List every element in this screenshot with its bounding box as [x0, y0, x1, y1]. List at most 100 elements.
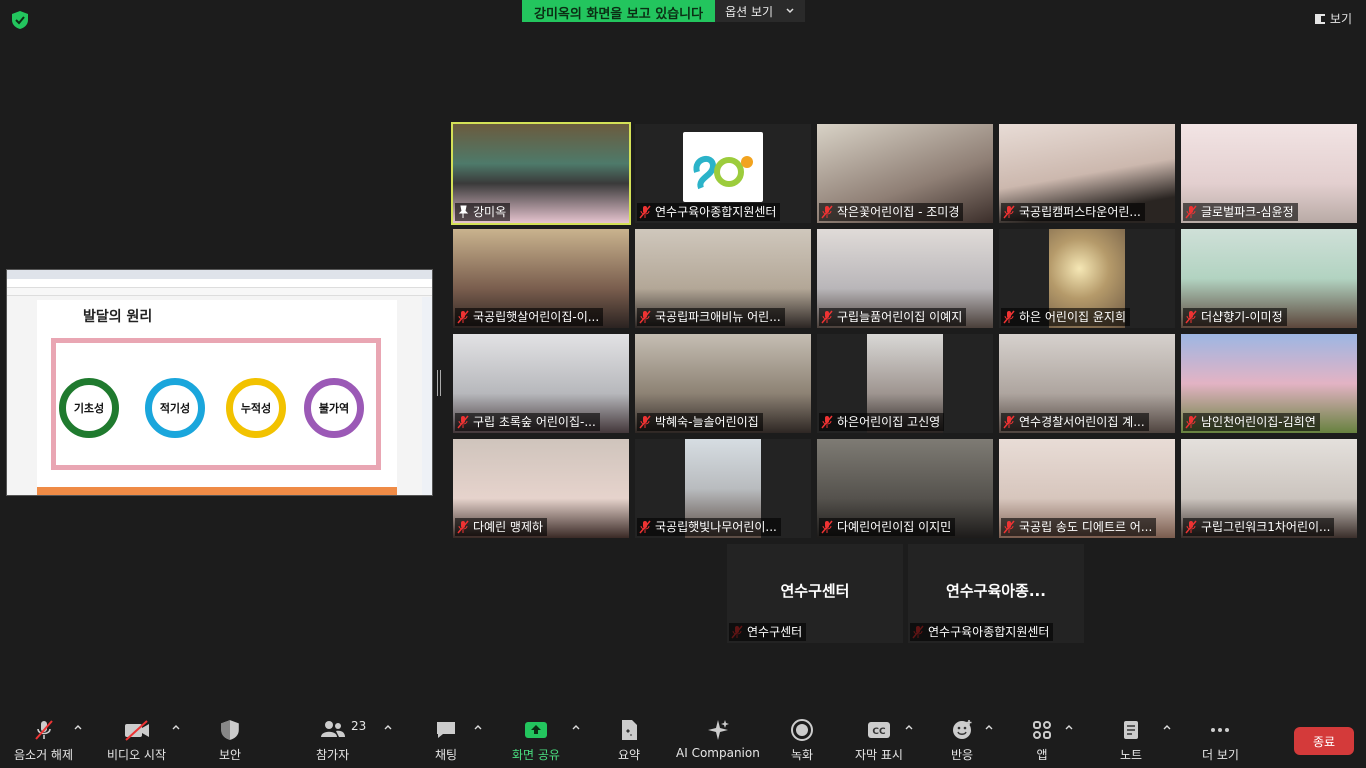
- center-logo-image: [683, 132, 763, 202]
- participant-name-label: 국공립캠퍼스타운어린...: [1001, 203, 1145, 221]
- view-layout-button[interactable]: 보기: [1314, 10, 1352, 27]
- muted-mic-icon: [1003, 205, 1015, 219]
- chat-button[interactable]: 채팅: [432, 718, 460, 766]
- participant-name-label: 작은꽃어린이집 - 조미경: [819, 203, 964, 221]
- chevron-up-icon[interactable]: [571, 722, 581, 732]
- participant-name-label: 남인천어린이집-김희연: [1183, 413, 1320, 431]
- video-off-icon: [124, 720, 149, 741]
- view-options-button[interactable]: 옵션 보기: [715, 0, 806, 22]
- zoom-meeting-window: 강미옥의 화면을 보고 있습니다 옵션 보기 보기 발달의 원리 기초성 적기성…: [0, 0, 1366, 768]
- chat-label: 채팅: [434, 748, 458, 762]
- principle-circle: 기초성: [59, 378, 119, 438]
- chevron-up-icon[interactable]: [904, 722, 914, 732]
- muted-mic-icon: [1185, 310, 1197, 324]
- share-screen-label: 화면 공유: [512, 748, 560, 762]
- ai-companion-label: AI Companion: [676, 746, 760, 760]
- participant-tile[interactable]: 박혜숙-늘솔어린이집: [635, 334, 811, 433]
- participant-name-label: 국공립파크애비뉴 어린...: [637, 308, 785, 326]
- participant-tile[interactable]: 다예린어린이집 이지민: [817, 439, 993, 538]
- chevron-up-icon[interactable]: [473, 722, 483, 732]
- pdf-toolbar: [7, 288, 432, 296]
- sparkle-icon: [707, 720, 729, 740]
- muted-mic-icon: [821, 205, 833, 219]
- notes-button[interactable]: 노트: [1117, 718, 1145, 766]
- shared-screen-view[interactable]: 발달의 원리 기초성 적기성 누적성 불가역: [6, 269, 433, 496]
- participant-name-label: 하은어린이집 고신영: [819, 413, 945, 431]
- end-meeting-button[interactable]: 종료: [1294, 727, 1354, 755]
- participant-name-label: 박혜숙-늘솔어린이집: [637, 413, 763, 431]
- slide-title: 발달의 원리: [83, 309, 153, 325]
- participant-tile[interactable]: 국공립캠퍼스타운어린...: [999, 124, 1175, 223]
- participant-tile[interactable]: 국공립 송도 디에트르 어...: [999, 439, 1175, 538]
- participant-name-label: 하은 어린이집 윤지희: [1001, 308, 1130, 326]
- reactions-button[interactable]: 반응: [948, 718, 976, 766]
- summary-button[interactable]: 요약: [615, 718, 643, 766]
- chevron-up-icon[interactable]: [73, 722, 83, 732]
- ai-companion-button[interactable]: AI Companion: [676, 718, 760, 766]
- splitter-handle[interactable]: [437, 370, 441, 396]
- participant-tile[interactable]: 다예린 맹제하: [453, 439, 629, 538]
- participant-name-label: 구립 초록숲 어린이집-...: [455, 413, 600, 431]
- start-video-button[interactable]: 비디오 시작: [107, 718, 166, 766]
- summary-icon: [622, 720, 637, 740]
- participant-name-label: 국공립 송도 디에트르 어...: [1001, 518, 1157, 536]
- participant-tile[interactable]: 국공립햇살어린이집-이...: [453, 229, 629, 328]
- muted-mic-icon: [1185, 520, 1197, 534]
- encryption-shield-icon[interactable]: [10, 10, 30, 30]
- more-dots-icon: [1211, 728, 1230, 732]
- chevron-up-icon[interactable]: [1064, 722, 1074, 732]
- participant-tile[interactable]: 구립 초록숲 어린이집-...: [453, 334, 629, 433]
- muted-mic-icon: [639, 520, 651, 534]
- more-button[interactable]: 더 보기: [1202, 718, 1239, 766]
- browser-address-bar: [7, 279, 432, 288]
- participant-tile[interactable]: 구립그린워크1차어린이...: [1181, 439, 1357, 538]
- pdf-sidebar: [422, 297, 432, 495]
- security-label: 보안: [218, 748, 242, 762]
- participants-label: 참가자: [316, 748, 350, 762]
- participants-button[interactable]: 참가자: [316, 718, 349, 766]
- apps-label: 앱: [1036, 748, 1048, 762]
- participant-tile[interactable]: 국공립파크애비뉴 어린...: [635, 229, 811, 328]
- record-button[interactable]: 녹화: [788, 718, 816, 766]
- host-pin-icon: [458, 205, 469, 218]
- participant-tile[interactable]: 구립늘품어린이집 이예지: [817, 229, 993, 328]
- start-video-label: 비디오 시작: [107, 748, 167, 762]
- muted-mic-icon: [1003, 415, 1015, 429]
- svg-text:CC: CC: [872, 727, 886, 737]
- participant-tile[interactable]: 국공립햇빛나무어린이...: [635, 439, 811, 538]
- participant-name-label: 구립그린워크1차어린이...: [1183, 518, 1335, 536]
- record-icon: [791, 719, 813, 741]
- participant-name-label: 국공립햇살어린이집-이...: [455, 308, 604, 326]
- captions-label: 자막 표시: [855, 748, 903, 762]
- unmute-button[interactable]: 음소거 해제: [14, 718, 73, 766]
- chevron-up-icon[interactable]: [383, 722, 393, 732]
- chevron-up-icon[interactable]: [171, 722, 181, 732]
- chevron-up-icon[interactable]: [1162, 722, 1172, 732]
- participant-tile[interactable]: 연수구센터 연수구센터: [727, 544, 903, 643]
- apps-button[interactable]: 앱: [1028, 718, 1056, 766]
- shield-icon: [221, 720, 239, 740]
- notes-label: 노트: [1119, 748, 1143, 762]
- active-speaker-tile[interactable]: 강미옥: [451, 122, 631, 225]
- participant-tile[interactable]: 연수구육아종합지원센터: [635, 124, 811, 223]
- participants-icon: [320, 721, 345, 737]
- participant-tile[interactable]: 남인천어린이집-김희연: [1181, 334, 1357, 433]
- participant-tile[interactable]: 하은어린이집 고신영: [817, 334, 993, 433]
- smiley-icon: [953, 720, 972, 739]
- participant-count: 23: [351, 719, 367, 733]
- participant-tile[interactable]: 연수경찰서어린이집 계...: [999, 334, 1175, 433]
- record-label: 녹화: [790, 748, 814, 762]
- share-screen-button[interactable]: 화면 공유: [512, 718, 560, 766]
- viewing-share-label: 강미옥의 화면을 보고 있습니다: [522, 0, 716, 22]
- participant-tile[interactable]: 더샵향기-이미정: [1181, 229, 1357, 328]
- captions-button[interactable]: CC 자막 표시: [855, 718, 903, 766]
- participant-tile[interactable]: 하은 어린이집 윤지희: [999, 229, 1175, 328]
- muted-mic-icon: [639, 310, 651, 324]
- security-button[interactable]: 보안: [216, 718, 244, 766]
- participant-tile[interactable]: 연수구육아종... 연수구육아종합지원센터: [908, 544, 1084, 643]
- muted-mic-icon: [1185, 415, 1197, 429]
- participant-tile[interactable]: 작은꽃어린이집 - 조미경: [817, 124, 993, 223]
- chevron-up-icon[interactable]: [984, 722, 994, 732]
- participant-tile[interactable]: 글로벌파크-심윤정: [1181, 124, 1357, 223]
- unmute-label: 음소거 해제: [14, 748, 74, 762]
